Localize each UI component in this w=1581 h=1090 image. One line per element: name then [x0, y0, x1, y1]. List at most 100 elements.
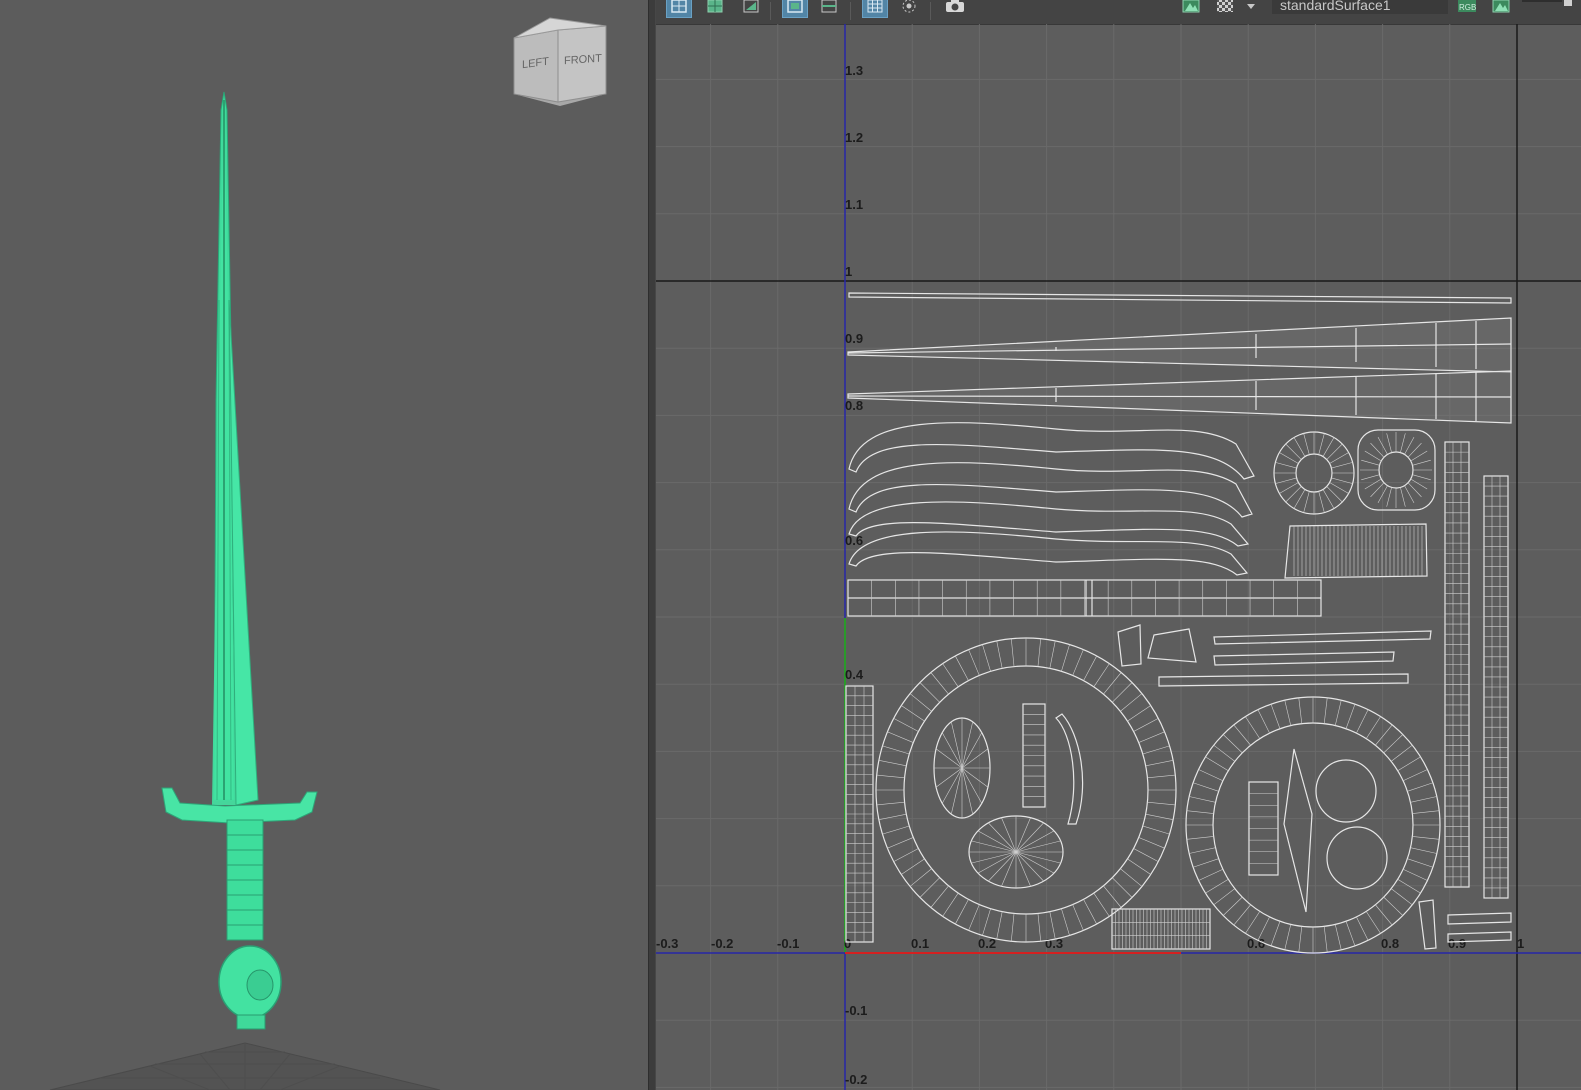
- uv-shells[interactable]: [845, 292, 1512, 954]
- svg-text:RGB: RGB: [1459, 3, 1476, 12]
- rgb-icon[interactable]: RGB: [1454, 0, 1480, 18]
- wire-edge: [982, 908, 991, 936]
- wire-edge: [1303, 491, 1310, 513]
- wire-edge: [1213, 744, 1235, 762]
- wire-edge: [1049, 911, 1056, 940]
- wire-edge: [942, 663, 959, 688]
- uv-layout-icon[interactable]: [666, 0, 692, 18]
- wire-edge: [1015, 822, 1044, 853]
- wire-edge: [1410, 450, 1428, 462]
- wire-edge: [988, 822, 1017, 853]
- wire-edge: [1356, 709, 1369, 734]
- grid-icon[interactable]: [862, 0, 888, 18]
- wire-edge: [930, 672, 949, 695]
- v-label: -0.2: [845, 1072, 867, 1087]
- uv-editor[interactable]: standardSurface1 RGB -0.3 -0.2 -0.1 0 0.…: [656, 0, 1581, 1090]
- wire-edge: [909, 693, 932, 712]
- wire-edge: [1133, 848, 1159, 862]
- wire-edge: [1147, 801, 1176, 806]
- wire-edge: [977, 851, 1017, 874]
- wire-edge: [1072, 904, 1084, 931]
- u-label: 0.1: [911, 936, 929, 951]
- wire-edge: [1412, 474, 1431, 481]
- wire-edge: [1245, 716, 1261, 739]
- wire-edge: [988, 851, 1017, 882]
- wire-edge: [1318, 433, 1325, 455]
- wire-edge: [1010, 638, 1015, 667]
- wire-edge: [1383, 896, 1404, 916]
- wire-edge: [1391, 888, 1413, 906]
- wire-edge: [1370, 482, 1385, 498]
- viewcube[interactable]: LEFT FRONT: [510, 16, 612, 108]
- uv-shell-guard-4: [848, 531, 1249, 576]
- v-label: 1.3: [845, 63, 863, 78]
- wire-edge: [942, 892, 959, 917]
- display-edges-icon[interactable]: [816, 0, 842, 18]
- wire-edge: [1138, 731, 1165, 743]
- wire-edge: [901, 858, 925, 875]
- wire-edge: [1198, 868, 1224, 881]
- wire-edge: [1270, 921, 1281, 946]
- wire-edge: [1303, 433, 1310, 455]
- wire-edge: [1103, 672, 1122, 695]
- wire-edge: [1112, 877, 1133, 898]
- v-label: -0.1: [845, 1003, 867, 1018]
- v-label: 1.1: [845, 197, 863, 212]
- wire-edge: [1120, 868, 1143, 887]
- wire-edge: [1015, 851, 1044, 882]
- wire-edge: [1083, 655, 1097, 681]
- wire-edge: [1323, 926, 1328, 953]
- image-icon[interactable]: [1178, 0, 1204, 18]
- wire-edge: [1257, 709, 1270, 734]
- toolbar-handle[interactable]: [1564, 0, 1572, 6]
- wire-edge: [1397, 756, 1421, 771]
- floor-grid: [49, 1042, 441, 1090]
- wire-edge: [1361, 459, 1380, 466]
- wire-edge: [1275, 462, 1297, 469]
- display-uv-icon[interactable]: [782, 0, 808, 18]
- wire-edge: [971, 851, 1017, 864]
- shader-field[interactable]: standardSurface1: [1272, 0, 1448, 14]
- uv-grid-icon[interactable]: [702, 0, 728, 18]
- wire-edge: [968, 904, 980, 931]
- wire-edge: [1186, 836, 1214, 840]
- toolbar-overflow: [1522, 0, 1562, 2]
- wire-edge: [1412, 810, 1440, 814]
- panel-splitter[interactable]: [648, 0, 656, 1090]
- wire-edge: [1037, 638, 1042, 667]
- uv-shell-guard-3: [848, 501, 1250, 547]
- wire-edge: [887, 731, 914, 743]
- wire-edge: [1145, 760, 1174, 767]
- wire-edge: [901, 705, 925, 722]
- checker-icon[interactable]: [1212, 0, 1238, 18]
- alpha-icon[interactable]: [1488, 0, 1514, 18]
- wire-edge: [893, 848, 919, 862]
- wire-edge: [1015, 851, 1031, 887]
- uv-shell-thin-strip-2: [1213, 651, 1395, 666]
- isolate-icon[interactable]: [896, 0, 922, 18]
- wire-edge: [1365, 716, 1381, 739]
- perspective-viewport[interactable]: LEFT FRONT: [0, 0, 648, 1090]
- wire-edge: [1001, 817, 1017, 853]
- wire-edge: [1331, 462, 1353, 469]
- wire-edge: [1364, 450, 1382, 462]
- viewport-scene: [49, 91, 441, 1090]
- wire-edge: [1189, 847, 1216, 854]
- sword-wireframe[interactable]: [161, 91, 318, 1030]
- uv-shell-wrap-band: [1284, 523, 1428, 579]
- wire-edge: [1186, 810, 1214, 814]
- uv-shell-icon[interactable]: [738, 0, 764, 18]
- uv-shell-blade-upper: [847, 317, 1512, 373]
- wire-edge: [1375, 724, 1393, 746]
- uv-canvas[interactable]: -0.3 -0.2 -0.1 0 0.1 0.2 0.3 0.6 0.8 0.9…: [656, 24, 1581, 1090]
- wire-edge: [961, 732, 983, 769]
- wire-edge: [1001, 851, 1017, 887]
- wire-edge: [1334, 700, 1342, 726]
- wire-edge: [982, 644, 991, 672]
- wire-edge: [1245, 911, 1261, 934]
- snapshot-icon[interactable]: [942, 0, 968, 18]
- wire-edge: [1402, 868, 1428, 881]
- dropdown-icon[interactable]: [1244, 0, 1258, 18]
- wire-edge: [878, 760, 907, 767]
- uv-shell-tiny-1: [1418, 899, 1437, 950]
